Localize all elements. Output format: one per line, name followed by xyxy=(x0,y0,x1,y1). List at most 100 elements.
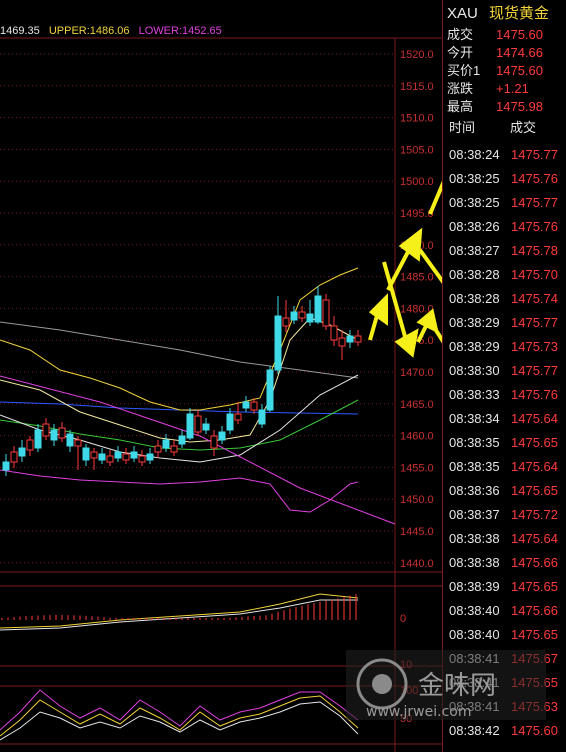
tick-row[interactable]: 08:38:24 1475.77 xyxy=(443,143,566,167)
indicator-lines xyxy=(0,267,396,525)
candle-body xyxy=(130,451,138,459)
candle-body xyxy=(234,413,242,421)
candle-body xyxy=(138,455,146,463)
tick-time: 08:38:42 xyxy=(449,723,500,738)
tick-price: 1475.64 xyxy=(511,459,558,474)
tick-row[interactable]: 08:38:27 1475.78 xyxy=(443,239,566,263)
tick-time: 08:38:38 xyxy=(449,531,500,546)
candle-body xyxy=(218,431,226,441)
price-tick-label: 1455.0 xyxy=(400,462,434,474)
symbol-label: XAU xyxy=(447,5,478,22)
quote-row: 买价1 1475.60 xyxy=(443,62,566,80)
quote-value: 1474.66 xyxy=(496,45,543,60)
candle-body xyxy=(26,439,34,451)
candle-body xyxy=(330,325,338,341)
macd-panel xyxy=(0,593,359,631)
chart-frame xyxy=(0,37,442,752)
tick-time: 08:38:30 xyxy=(449,363,500,378)
quote-row: 涨跌 +1.21 xyxy=(443,80,566,98)
tick-price: 1475.74 xyxy=(511,291,558,306)
price-axis: 1520.01515.01510.01505.01500.01495.01490… xyxy=(400,49,434,570)
tick-row[interactable]: 08:38:38 1475.66 xyxy=(443,551,566,575)
tick-price: 1475.76 xyxy=(511,219,558,234)
tick-price: 1475.76 xyxy=(511,387,558,402)
candle-body xyxy=(210,435,218,449)
band-lower xyxy=(0,469,359,513)
candle-body xyxy=(266,369,274,411)
quote-title: XAU 现货黄金 xyxy=(443,2,566,26)
indicator-lower: LOWER:1452.65 xyxy=(138,25,222,37)
candle-body xyxy=(306,313,314,323)
candle-body xyxy=(170,445,178,453)
tick-row[interactable]: 08:38:36 1475.65 xyxy=(443,479,566,503)
candle-body xyxy=(106,455,114,463)
candle-body xyxy=(194,415,202,433)
tick-price: 1475.60 xyxy=(511,723,558,738)
candle-body xyxy=(146,453,154,461)
candle-body xyxy=(34,429,42,449)
tick-time: 08:38:37 xyxy=(449,507,500,522)
candle-body xyxy=(290,311,298,321)
tick-time: 08:38:39 xyxy=(449,579,500,594)
candle-body xyxy=(322,299,330,327)
candle-body xyxy=(354,335,362,343)
tick-row[interactable]: 08:38:34 1475.64 xyxy=(443,407,566,431)
tick-time: 08:38:40 xyxy=(449,627,500,642)
tick-row[interactable]: 08:38:28 1475.74 xyxy=(443,287,566,311)
price-tick-label: 1485.0 xyxy=(400,272,434,284)
tick-price: 1475.70 xyxy=(511,267,558,282)
tick-row[interactable]: 08:38:30 1475.77 xyxy=(443,359,566,383)
tick-row[interactable]: 08:38:25 1475.77 xyxy=(443,191,566,215)
quote-label: 今开 xyxy=(447,45,474,60)
quote-row: 最高 1475.98 xyxy=(443,98,566,116)
tick-row[interactable]: 08:38:28 1475.70 xyxy=(443,263,566,287)
quote-value: 1475.60 xyxy=(496,63,543,78)
tick-row[interactable]: 08:38:35 1475.64 xyxy=(443,455,566,479)
candle-body xyxy=(122,453,130,461)
tick-row[interactable]: 08:38:26 1475.76 xyxy=(443,215,566,239)
tick-time: 08:38:29 xyxy=(449,315,500,330)
tick-time: 08:38:26 xyxy=(449,219,500,234)
tick-time: 08:38:34 xyxy=(449,411,500,426)
tick-price: 1475.73 xyxy=(511,339,558,354)
tick-row[interactable]: 08:38:37 1475.72 xyxy=(443,503,566,527)
indicator-upper: UPPER:1486.06 xyxy=(48,25,130,37)
tick-time: 08:38:38 xyxy=(449,555,500,570)
price-tick-label: 1495.0 xyxy=(400,208,434,220)
tick-row[interactable]: 08:38:25 1475.76 xyxy=(443,167,566,191)
price-tick-label: 1450.0 xyxy=(400,494,434,506)
tick-row[interactable]: 08:38:29 1475.77 xyxy=(443,311,566,335)
watermark: 金味网 www.jrwei.com xyxy=(346,650,546,720)
tick-row[interactable]: 08:38:33 1475.76 xyxy=(443,383,566,407)
tick-row[interactable]: 08:38:39 1475.65 xyxy=(443,575,566,599)
candle-body xyxy=(42,423,50,437)
candle-body xyxy=(18,447,26,457)
candle-body xyxy=(82,447,90,461)
tick-price: 1475.77 xyxy=(511,363,558,378)
candle-body xyxy=(162,439,170,449)
price-tick-label: 1500.0 xyxy=(400,176,434,188)
tick-row[interactable]: 08:38:40 1475.66 xyxy=(443,599,566,623)
candle-body xyxy=(178,435,186,445)
tick-price: 1475.76 xyxy=(511,171,558,186)
tick-price: 1475.78 xyxy=(511,243,558,258)
tick-price: 1475.64 xyxy=(511,531,558,546)
candle-body xyxy=(2,461,10,471)
quote-value: +1.21 xyxy=(496,81,529,96)
tick-row[interactable]: 08:38:42 1475.60 xyxy=(443,719,566,743)
tick-row[interactable]: 08:38:35 1475.65 xyxy=(443,431,566,455)
tick-row[interactable]: 08:38:38 1475.64 xyxy=(443,527,566,551)
candle-body xyxy=(346,335,354,343)
tick-price: 1475.72 xyxy=(511,507,558,522)
candle-body xyxy=(202,423,210,431)
tick-header-time: 时间 xyxy=(449,120,476,135)
tick-row[interactable]: 08:38:29 1475.73 xyxy=(443,335,566,359)
tick-price: 1475.77 xyxy=(511,315,558,330)
watermark-url: www.jrwei.com xyxy=(366,704,471,720)
candle-body xyxy=(338,337,346,347)
tick-time: 08:38:27 xyxy=(449,243,500,258)
quote-label: 买价1 xyxy=(447,63,481,78)
quote-value: 1475.60 xyxy=(496,27,543,42)
candle-body xyxy=(282,317,290,327)
tick-row[interactable]: 08:38:40 1475.65 xyxy=(443,623,566,647)
